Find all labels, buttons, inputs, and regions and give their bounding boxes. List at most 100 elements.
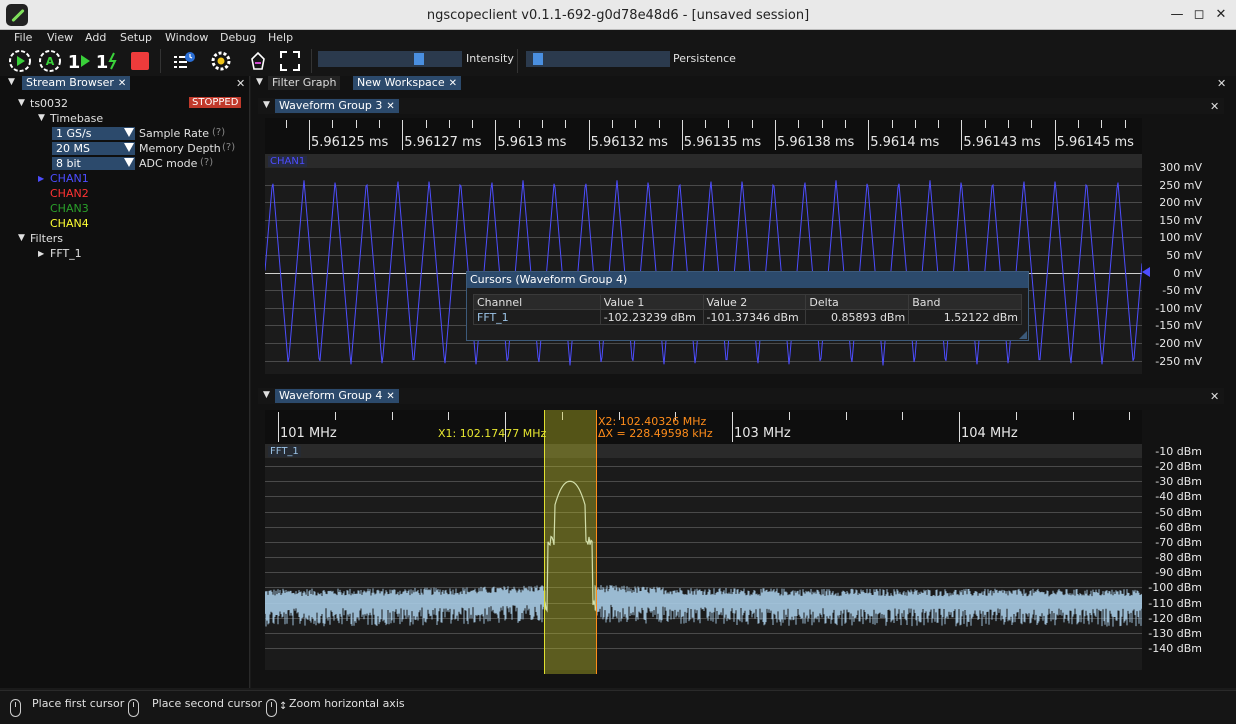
minor-tick [391,412,393,420]
filter-fft-1[interactable]: FFT_1 [50,247,82,260]
close-tab-icon[interactable]: ✕ [386,391,394,402]
intensity-label: Intensity [466,52,514,65]
trigger-level-marker-icon[interactable] [1142,267,1150,277]
cursor-x2-line[interactable] [596,410,597,674]
menu-view[interactable]: View [47,31,73,44]
minor-tick [565,120,567,128]
tab-waveform-group-3[interactable]: Waveform Group 3 ✕ [275,99,399,113]
menu-debug[interactable]: Debug [220,31,256,44]
expand-chan1-icon[interactable]: ▶ [38,174,44,183]
sample-rate-label: Sample Rate [139,127,209,140]
intensity-slider-knob[interactable] [414,53,425,65]
minor-tick [1015,412,1017,420]
tab-filter-graph[interactable]: Filter Graph [268,76,341,90]
tab-waveform-group-4[interactable]: Waveform Group 4 ✕ [275,389,399,403]
cursor-band[interactable] [544,410,597,674]
time-axis-ruler[interactable]: 5.96125 ms 5.96127 ms 5.9613 ms 5.96132 ms 5… [265,118,1142,154]
chevron-down-icon [124,158,134,167]
trigger-start-icon[interactable] [8,49,32,73]
minor-tick [798,120,800,128]
channel-chan4[interactable]: CHAN4 [50,217,89,230]
workspace-collapse-icon[interactable]: ▼ [256,77,263,87]
close-group3-icon[interactable]: ✕ [1210,100,1219,113]
fullscreen-icon[interactable] [278,49,302,73]
minor-tick [821,120,823,128]
col-value1: Value 1 [599,294,704,310]
filters-label[interactable]: Filters [30,232,63,245]
dbm-axis[interactable]: -10 dBm -20 dBm -30 dBm -40 dBm -50 dBm -60 d… [1142,444,1212,670]
minor-tick [1008,120,1009,128]
cursor-x1-line[interactable] [544,410,545,674]
chan1-waveform-plot[interactable]: CHAN1 [265,154,1142,374]
group4-collapse-icon[interactable]: ▼ [263,390,270,400]
maximize-icon[interactable]: ◻ [1190,6,1208,24]
memory-depth-select[interactable]: 20 MS [52,142,135,155]
expand-instrument-icon[interactable]: ▼ [18,98,25,108]
channel-chan2[interactable]: CHAN2 [50,187,89,200]
cursors-table: Channel Value 1 Value 2 Delta Band FFT_1… [473,294,1022,325]
toolbar-separator [311,49,312,73]
stream-browser-panel: ▼ Stream Browser ✕ ✕ ▼ ts0032 STOPPED ▼ T… [0,76,250,688]
settings-gear-icon[interactable] [209,49,233,73]
minor-tick [332,120,334,128]
channel-chan3[interactable]: CHAN3 [50,202,89,215]
menu-setup[interactable]: Setup [120,31,152,44]
time-tick-label: 5.96143 ms [963,135,1041,150]
menu-add[interactable]: Add [85,31,106,44]
intensity-slider[interactable] [318,51,462,67]
fft-channel-label[interactable]: FFT_1 [268,446,301,457]
sample-rate-help[interactable]: (?) [212,127,225,138]
persistence-slider-knob[interactable] [532,53,543,65]
tab-stream-browser[interactable]: Stream Browser ✕ [22,76,131,90]
adc-mode-help[interactable]: (?) [200,157,213,168]
close-group4-icon[interactable]: ✕ [1210,390,1219,403]
tab-new-workspace[interactable]: New Workspace ✕ [353,76,462,90]
adc-mode-label: ADC mode [139,157,198,170]
dbm-tick-label: -130 dBm [1148,626,1202,640]
panel-collapse-icon[interactable]: ▼ [8,77,15,87]
timebase-label[interactable]: Timebase [50,112,103,125]
chan1-trace [265,180,1142,366]
menu-help[interactable]: Help [268,31,293,44]
dbm-tick-label: -140 dBm [1148,641,1202,655]
clear-sweeps-icon[interactable] [246,49,270,73]
fft-spectrum-plot[interactable]: FFT_1 [265,444,1142,670]
voltage-tick-label: 250 mV [1159,178,1202,192]
cursor-delta-cell: 0.85893 dBm [805,309,910,325]
sample-rate-select[interactable]: 1 GS/s [52,127,135,140]
status-hint-first-cursor: Place first cursor [32,697,125,710]
voltage-tick-label: -200 mV [1155,337,1202,350]
trigger-single-icon[interactable]: 1 [68,49,92,73]
adc-mode-select[interactable]: 8 bit [52,157,135,170]
status-bar: Place first cursor Place second cursor ↕… [0,690,1236,724]
close-tab-icon[interactable]: ✕ [386,101,394,112]
group3-collapse-icon[interactable]: ▼ [263,100,270,110]
expand-filters-icon[interactable]: ▼ [18,233,25,243]
instrument-name[interactable]: ts0032 [30,97,68,110]
trigger-force-icon[interactable]: 1 [96,49,120,73]
stop-icon[interactable] [128,49,152,73]
expand-timebase-icon[interactable]: ▼ [38,113,45,123]
waveform-group-4-header: ▼ Waveform Group 4 ✕ ✕ [258,388,1224,404]
menu-window[interactable]: Window [165,31,208,44]
waveform-group-3-header: ▼ Waveform Group 3 ✕ ✕ [258,98,1224,114]
expand-fft-icon[interactable]: ▶ [38,249,44,258]
channel-chan1[interactable]: CHAN1 [50,172,89,185]
cursor-x1-label: X1: 102.17477 MHz [438,427,547,440]
close-icon[interactable]: ✕ [1212,6,1230,24]
resize-grip-icon[interactable] [1019,331,1027,339]
close-tab-icon[interactable]: ✕ [118,78,126,89]
memory-depth-help[interactable]: (?) [222,142,235,153]
close-panel-icon[interactable]: ✕ [236,77,245,90]
cursors-dialog-title[interactable]: Cursors (Waveform Group 4) [467,272,1028,288]
cursor-channel-cell: FFT_1 [473,309,601,325]
close-workspace-icon[interactable]: ✕ [1217,77,1226,90]
minimize-icon[interactable]: — [1168,6,1186,24]
persistence-slider[interactable] [526,51,670,67]
trigger-auto-icon[interactable]: A [38,49,62,73]
minor-tick [658,120,660,128]
voltage-axis[interactable]: 300 mV 250 mV 200 mV 150 mV 100 mV 50 mV 0 mV -… [1142,154,1212,374]
history-icon[interactable] [172,49,196,73]
close-tab-icon[interactable]: ✕ [449,78,457,89]
menu-file[interactable]: File [14,31,32,44]
